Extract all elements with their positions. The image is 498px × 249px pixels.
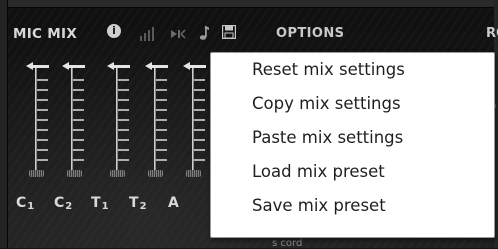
channel-label-c1: C1	[16, 195, 35, 212]
menu-item-reset-mix[interactable]: Reset mix settings	[252, 57, 405, 83]
music-note-icon[interactable]	[198, 25, 210, 41]
mic-mix-title: MIC MIX	[13, 26, 78, 42]
menu-item-load-preset[interactable]: Load mix preset	[252, 159, 385, 185]
left-frame	[0, 0, 8, 248]
level-bars-icon[interactable]	[139, 27, 155, 41]
background-faint-text: s cord	[272, 238, 303, 249]
top-frame	[0, 0, 498, 8]
info-icon[interactable]: i	[107, 24, 121, 38]
channel-indicator[interactable]	[110, 170, 125, 177]
menu-item-paste-mix[interactable]: Paste mix settings	[252, 125, 403, 151]
channel-indicator[interactable]	[148, 170, 163, 177]
options-label[interactable]: OPTIONS	[276, 26, 344, 41]
route-icon[interactable]	[170, 28, 186, 40]
channel-indicator[interactable]	[29, 170, 44, 177]
fader-a[interactable]	[180, 57, 210, 177]
fader-t2[interactable]	[142, 57, 172, 177]
save-icon[interactable]	[222, 25, 236, 39]
fader-c2[interactable]	[59, 57, 89, 177]
channel-label-t1: T1	[91, 195, 109, 212]
channel-label-t2: T2	[129, 195, 147, 212]
edge-label: RO	[486, 26, 498, 41]
fader-t1[interactable]	[104, 57, 134, 177]
channel-indicator[interactable]	[67, 170, 82, 177]
channel-label-c2: C2	[54, 195, 73, 212]
fader-c1[interactable]	[23, 57, 53, 177]
menu-item-save-preset[interactable]: Save mix preset	[252, 193, 386, 219]
channel-label-a: A	[168, 195, 179, 211]
mix-context-menu: Reset mix settings Copy mix settings Pas…	[210, 52, 495, 238]
channel-indicator[interactable]	[186, 170, 201, 177]
menu-item-copy-mix[interactable]: Copy mix settings	[252, 91, 401, 117]
